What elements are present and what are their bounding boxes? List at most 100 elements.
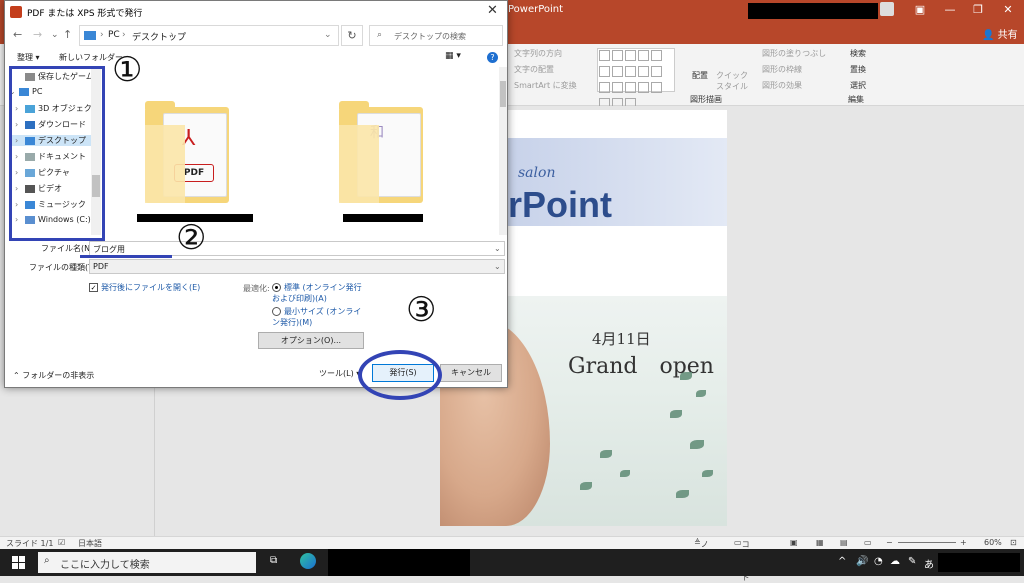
folder-front bbox=[145, 125, 185, 203]
tools-button[interactable]: ツール(L) ▾ bbox=[319, 368, 360, 379]
checkbox-checked-icon[interactable]: ✓ bbox=[89, 283, 98, 292]
open-after-publish-checkbox[interactable]: ✓ 発行後にファイルを開く(E) bbox=[89, 282, 200, 293]
avatar[interactable] bbox=[880, 2, 894, 16]
zoom-slider[interactable] bbox=[898, 542, 956, 543]
view-options-icon[interactable]: ▦ ▾ bbox=[445, 51, 467, 64]
organize-button[interactable]: 整理 ▾ bbox=[17, 52, 40, 63]
file-scrollbar[interactable] bbox=[499, 67, 507, 235]
pen-icon[interactable]: ✎ bbox=[908, 556, 916, 567]
ime-indicator[interactable]: あ bbox=[924, 556, 934, 571]
cloud-icon[interactable]: ☁ bbox=[890, 556, 900, 567]
open-after-label: 発行後にファイルを開く(E) bbox=[101, 283, 201, 292]
back-icon[interactable]: ← bbox=[13, 28, 22, 41]
radio-off-icon[interactable] bbox=[272, 307, 281, 316]
quick-style-button[interactable]: クイック スタイル bbox=[716, 70, 748, 92]
crumb-sep-icon: › bbox=[122, 30, 126, 40]
crumb-desktop[interactable]: デスクトップ bbox=[132, 30, 186, 43]
close-window-icon[interactable]: ✕ bbox=[996, 3, 1020, 16]
slide-date: 4月11日 bbox=[592, 330, 651, 348]
taskbar-search-placeholder: ここに入力して検索 bbox=[60, 560, 150, 571]
file-scroll-thumb[interactable] bbox=[500, 81, 506, 107]
task-view-icon[interactable]: ⧉ bbox=[270, 555, 277, 566]
cancel-button[interactable]: キャンセル bbox=[440, 364, 502, 382]
recent-chevron-icon[interactable]: ⌄ bbox=[51, 30, 59, 40]
reading-view-icon[interactable]: ▤ bbox=[840, 538, 848, 547]
notes-button[interactable]: ≜ ノート bbox=[694, 538, 709, 571]
dialog-toolbar: 整理 ▾ 新しいフォルダー ▦ ▾ ? bbox=[5, 49, 507, 67]
shape-fill-button[interactable]: 図形の塗りつぶし bbox=[762, 48, 826, 59]
slide-salon-text: salon bbox=[518, 165, 556, 181]
filename-input[interactable]: ブログ用 ⌄ bbox=[89, 241, 505, 256]
optimize-label: 最適化: bbox=[243, 284, 270, 293]
options-button[interactable]: オプション(O)... bbox=[258, 332, 364, 349]
tray-expand-icon[interactable]: ^ bbox=[838, 556, 846, 567]
share-button[interactable]: 👤 共有 bbox=[982, 26, 1018, 41]
edge-icon[interactable] bbox=[300, 553, 316, 569]
crumb-sep-icon: › bbox=[170, 30, 174, 40]
chevron-down-icon[interactable]: ⌄ bbox=[494, 262, 501, 271]
redacted-clock bbox=[938, 553, 1020, 572]
shape-outline-button[interactable]: 図形の枠線 bbox=[762, 64, 802, 75]
dialog-close-icon[interactable]: ✕ bbox=[487, 3, 498, 18]
chevron-down-icon[interactable]: ⌄ bbox=[494, 244, 501, 253]
comments-button[interactable]: ▭ コメント bbox=[734, 538, 750, 582]
dialog-title: PDF または XPS 形式で発行 bbox=[27, 9, 143, 19]
help-icon[interactable]: ? bbox=[487, 52, 498, 63]
text-align-button[interactable]: 文字の配置 bbox=[514, 64, 554, 75]
minimize-icon[interactable]: — bbox=[938, 3, 962, 16]
taskbar-search[interactable]: ⌕ ここに入力して検索 bbox=[38, 552, 256, 573]
slide-sorter-icon[interactable]: ▦ bbox=[816, 538, 824, 547]
ribbon-display-icon[interactable]: ▣ bbox=[908, 3, 932, 16]
normal-view-icon[interactable]: ▣ bbox=[790, 538, 798, 547]
zoom-in-icon[interactable]: + bbox=[960, 538, 967, 547]
address-dropdown-icon[interactable]: ⌄ bbox=[324, 30, 332, 40]
arrange-button[interactable]: 配置 bbox=[692, 70, 708, 81]
text-direction-button[interactable]: 文字列の方向 bbox=[514, 48, 562, 59]
leaf bbox=[702, 470, 713, 477]
folder-japanese[interactable]: 和 bbox=[335, 85, 435, 203]
file-pane[interactable]: ⅄ PDF 和 bbox=[113, 67, 505, 235]
maximize-icon[interactable]: ❐ bbox=[966, 3, 990, 16]
opt-standard-label: 標準 (オンライン発行および印刷)(A) bbox=[272, 283, 362, 303]
refresh-icon[interactable]: ↻ bbox=[341, 25, 363, 46]
language[interactable]: 日本語 bbox=[78, 538, 102, 549]
leaf bbox=[580, 482, 592, 490]
radio-on-icon[interactable] bbox=[272, 283, 281, 292]
radio-standard[interactable]: 標準 (オンライン発行および印刷)(A) bbox=[272, 282, 364, 304]
address-bar[interactable]: › PC › デスクトップ › ⌄ bbox=[79, 25, 339, 46]
network-icon[interactable]: ◔ bbox=[874, 556, 883, 567]
zoom-out-icon[interactable]: − bbox=[886, 538, 893, 547]
smartart-button[interactable]: SmartArt に変換 bbox=[514, 80, 577, 91]
annotation-nav-highlight bbox=[9, 66, 105, 241]
accessibility-icon[interactable]: ☑ bbox=[58, 538, 65, 547]
crumb-pc[interactable]: PC bbox=[108, 30, 120, 40]
zoom-level[interactable]: 60% bbox=[984, 538, 1002, 547]
taskbar: ⌕ ここに入力して検索 ⧉ ^ 🔊 ◔ ☁ ✎ あ bbox=[0, 549, 1024, 576]
slideshow-icon[interactable]: ▭ bbox=[864, 538, 872, 547]
pc-icon bbox=[84, 31, 96, 40]
leaf bbox=[600, 450, 612, 458]
folder-search-input[interactable]: ⌕ デスクトップの検索 bbox=[369, 25, 503, 46]
select-button[interactable]: 選択 bbox=[850, 80, 866, 91]
replace-button[interactable]: 置換 bbox=[850, 64, 866, 75]
volume-icon[interactable]: 🔊 bbox=[856, 556, 868, 567]
fit-slide-icon[interactable]: ⊡ bbox=[1010, 538, 1017, 547]
hide-folders-button[interactable]: ⌃ フォルダーの非表示 bbox=[13, 370, 94, 381]
drawing-group-label: 図形描画 bbox=[690, 95, 722, 104]
find-button[interactable]: 検索 bbox=[850, 48, 866, 59]
shapes-gallery[interactable] bbox=[597, 48, 675, 109]
forward-icon[interactable]: → bbox=[33, 28, 42, 41]
leaf bbox=[690, 440, 704, 449]
up-icon[interactable]: ↑ bbox=[63, 28, 72, 41]
folder-pdf[interactable]: ⅄ PDF bbox=[141, 85, 241, 203]
radio-minimum[interactable]: 最小サイズ (オンライン発行)(M) bbox=[272, 306, 364, 328]
filename-label: ファイル名(N): bbox=[41, 244, 96, 253]
filetype-select[interactable]: PDF ⌄ bbox=[89, 259, 505, 274]
windows-start-icon[interactable] bbox=[12, 556, 25, 569]
crumb-sep-icon: › bbox=[100, 30, 104, 40]
edit-group-label: 編集 bbox=[848, 95, 864, 104]
leaf bbox=[670, 410, 682, 418]
shape-effect-button[interactable]: 図形の効果 bbox=[762, 80, 802, 91]
annotation-marker-2: ② bbox=[176, 218, 207, 258]
share-label: 共有 bbox=[997, 30, 1018, 41]
